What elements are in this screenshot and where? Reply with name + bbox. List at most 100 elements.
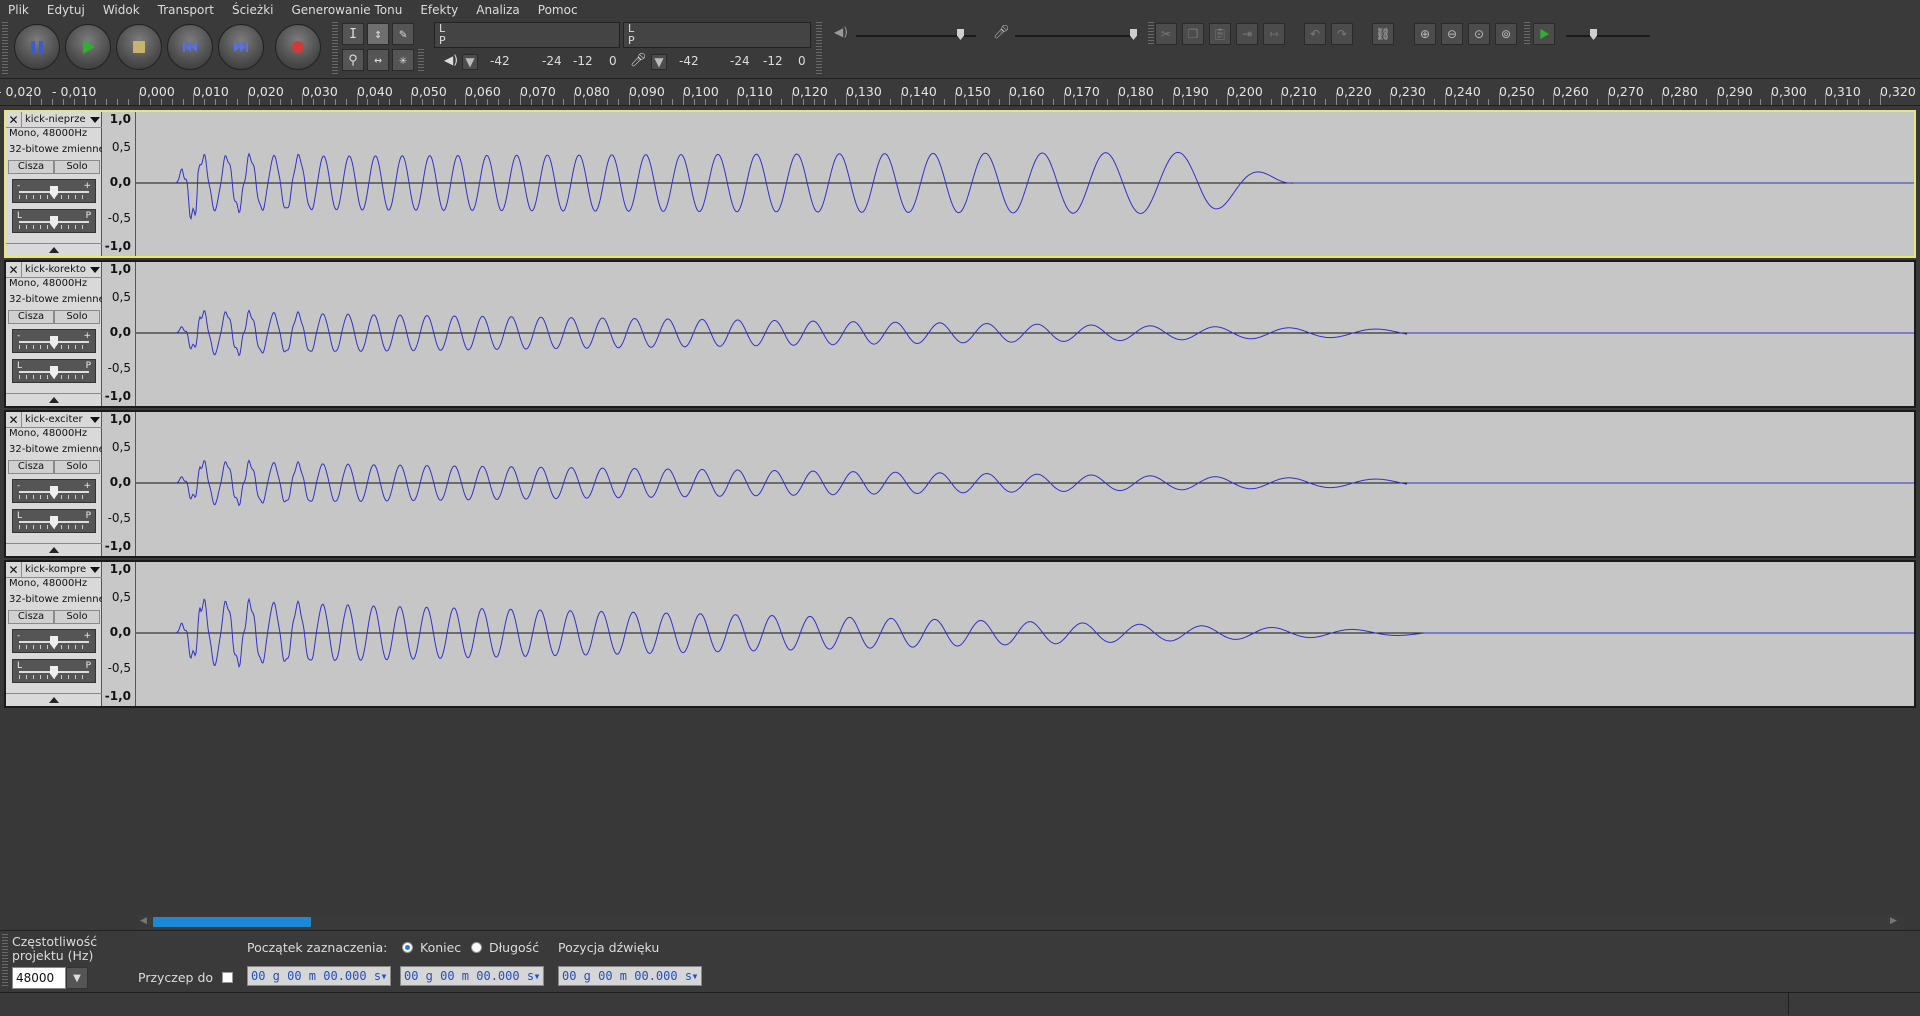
copy-button[interactable]: ❐: [1182, 23, 1204, 45]
close-track-button[interactable]: ✕: [6, 562, 22, 577]
chevron-down-icon[interactable]: ▾: [690, 967, 700, 985]
input-volume-thumb[interactable]: [1130, 29, 1137, 40]
fit-selection-button[interactable]: ⊙: [1468, 23, 1490, 45]
mute-button[interactable]: Cisza: [8, 610, 54, 624]
zoom-tool[interactable]: ⚲: [342, 49, 364, 71]
zoom-in-button[interactable]: ⊕: [1414, 23, 1436, 45]
waveform[interactable]: [136, 262, 1914, 406]
skip-to-start-button[interactable]: [167, 24, 213, 70]
project-rate-input[interactable]: 48000: [12, 967, 66, 989]
cut-button[interactable]: ✂: [1155, 23, 1177, 45]
close-track-button[interactable]: ✕: [6, 412, 22, 427]
horizontal-scrollbar[interactable]: [138, 915, 1904, 929]
pan-slider[interactable]: L P: [12, 209, 96, 233]
mixer-toolbar-grip[interactable]: [816, 22, 822, 74]
waveform[interactable]: [136, 112, 1914, 256]
play-at-speed-toolbar-grip[interactable]: [1524, 22, 1530, 46]
stop-button[interactable]: [116, 24, 162, 70]
record-meter[interactable]: L P: [434, 22, 620, 48]
menu-item-2[interactable]: Widok: [94, 0, 149, 20]
audio-track[interactable]: ✕ kick-korekto Mono, 48000Hz 32-bitowe z…: [4, 260, 1916, 408]
solo-button[interactable]: Solo: [54, 610, 100, 624]
silence-button[interactable]: ⇿: [1263, 23, 1285, 45]
track-control-panel[interactable]: ✕ kick-exciter Mono, 48000Hz 32-bitowe z…: [6, 412, 105, 556]
pan-slider[interactable]: L P: [12, 659, 96, 683]
menu-item-3[interactable]: Transport: [149, 0, 223, 20]
pan-slider[interactable]: L P: [12, 359, 96, 383]
gain-slider[interactable]: - +: [12, 479, 96, 503]
selection-start-time[interactable]: 00 g 00 m 00.000 s ▾: [247, 966, 391, 986]
transport-toolbar-grip[interactable]: [2, 22, 8, 74]
menu-item-0[interactable]: Plik: [0, 0, 38, 20]
vertical-scale[interactable]: 1,0 0,5 0,0 -0,5 -1,0: [102, 412, 136, 556]
sync-lock-button[interactable]: ⛓: [1372, 23, 1394, 45]
gain-slider[interactable]: - +: [12, 629, 96, 653]
playback-meter[interactable]: L P: [623, 22, 811, 48]
input-volume-slider[interactable]: [1015, 35, 1135, 37]
vertical-scale[interactable]: 1,0 0,5 0,0 -0,5 -1,0: [102, 112, 136, 256]
menu-item-4[interactable]: Ścieżki: [223, 0, 283, 20]
gain-slider[interactable]: - +: [12, 179, 96, 203]
audio-track[interactable]: ✕ kick-exciter Mono, 48000Hz 32-bitowe z…: [4, 410, 1916, 558]
waveform[interactable]: [136, 412, 1914, 556]
track-control-panel[interactable]: ✕ kick-kompre Mono, 48000Hz 32-bitowe zm…: [6, 562, 105, 706]
meter-toolbar-grip[interactable]: [418, 49, 424, 73]
tools-toolbar-grip[interactable]: [332, 22, 338, 74]
paste-button[interactable]: 📋︎: [1209, 23, 1231, 45]
close-track-button[interactable]: ✕: [6, 112, 22, 127]
record-button[interactable]: [275, 24, 321, 70]
edit-toolbar-grip[interactable]: [1148, 22, 1154, 46]
fit-project-button[interactable]: ⊚: [1495, 23, 1517, 45]
play-speed-thumb[interactable]: [1590, 29, 1597, 40]
track-name-button[interactable]: kick-kompre: [22, 562, 88, 577]
solo-button[interactable]: Solo: [54, 310, 100, 324]
multi-tool[interactable]: ✳: [392, 49, 414, 71]
mute-button[interactable]: Cisza: [8, 460, 54, 474]
track-name-button[interactable]: kick-exciter: [22, 412, 88, 427]
track-menu-dropdown[interactable]: [88, 262, 102, 277]
waveform[interactable]: [136, 562, 1914, 706]
collapse-track-button[interactable]: [6, 393, 102, 406]
play-button[interactable]: [65, 24, 111, 70]
chevron-down-icon[interactable]: ▾: [379, 967, 389, 985]
pause-button[interactable]: [14, 24, 60, 70]
track-menu-dropdown[interactable]: [88, 112, 102, 127]
draw-tool[interactable]: ✎: [392, 23, 414, 45]
menu-item-7[interactable]: Analiza: [467, 0, 529, 20]
trim-button[interactable]: ⇥: [1236, 23, 1258, 45]
solo-button[interactable]: Solo: [54, 460, 100, 474]
scroll-right-arrow-icon[interactable]: ▶: [1890, 916, 1897, 926]
menu-item-5[interactable]: Generowanie Tonu: [282, 0, 411, 20]
project-rate-dropdown[interactable]: ▼: [66, 967, 88, 989]
close-track-button[interactable]: ✕: [6, 262, 22, 277]
track-control-panel[interactable]: ✕ kick-korekto Mono, 48000Hz 32-bitowe z…: [6, 262, 105, 406]
gain-slider[interactable]: - +: [12, 329, 96, 353]
vertical-scale[interactable]: 1,0 0,5 0,0 -0,5 -1,0: [102, 262, 136, 406]
record-meter-dropdown[interactable]: ▼: [462, 54, 478, 70]
undo-button[interactable]: ↶: [1304, 23, 1326, 45]
track-control-panel[interactable]: ✕ kick-nieprze Mono, 48000Hz 32-bitowe z…: [6, 112, 105, 256]
mute-button[interactable]: Cisza: [8, 160, 54, 174]
track-menu-dropdown[interactable]: [88, 562, 102, 577]
scroll-left-arrow-icon[interactable]: ◀: [140, 916, 147, 926]
collapse-track-button[interactable]: [6, 693, 102, 706]
envelope-tool[interactable]: ↕: [367, 23, 389, 45]
zoom-out-button[interactable]: ⊖: [1441, 23, 1463, 45]
collapse-track-button[interactable]: [6, 243, 102, 256]
track-name-button[interactable]: kick-nieprze: [22, 112, 88, 127]
menu-item-6[interactable]: Efekty: [411, 0, 467, 20]
pan-slider[interactable]: L P: [12, 509, 96, 533]
audio-track[interactable]: ✕ kick-kompre Mono, 48000Hz 32-bitowe zm…: [4, 560, 1916, 708]
redo-button[interactable]: ↷: [1331, 23, 1353, 45]
menu-item-8[interactable]: Pomoc: [529, 0, 587, 20]
selection-toolbar-grip[interactable]: [2, 934, 8, 988]
skip-to-end-button[interactable]: [218, 24, 264, 70]
selection-end-time[interactable]: 00 g 00 m 00.000 s ▾: [400, 966, 544, 986]
audio-track[interactable]: ✕ kick-nieprze Mono, 48000Hz 32-bitowe z…: [4, 110, 1916, 258]
solo-button[interactable]: Solo: [54, 160, 100, 174]
speaker-icon[interactable]: ◀): [444, 53, 458, 67]
output-volume-thumb[interactable]: [957, 29, 964, 40]
collapse-track-button[interactable]: [6, 543, 102, 556]
track-menu-dropdown[interactable]: [88, 412, 102, 427]
end-radio[interactable]: [402, 942, 413, 953]
